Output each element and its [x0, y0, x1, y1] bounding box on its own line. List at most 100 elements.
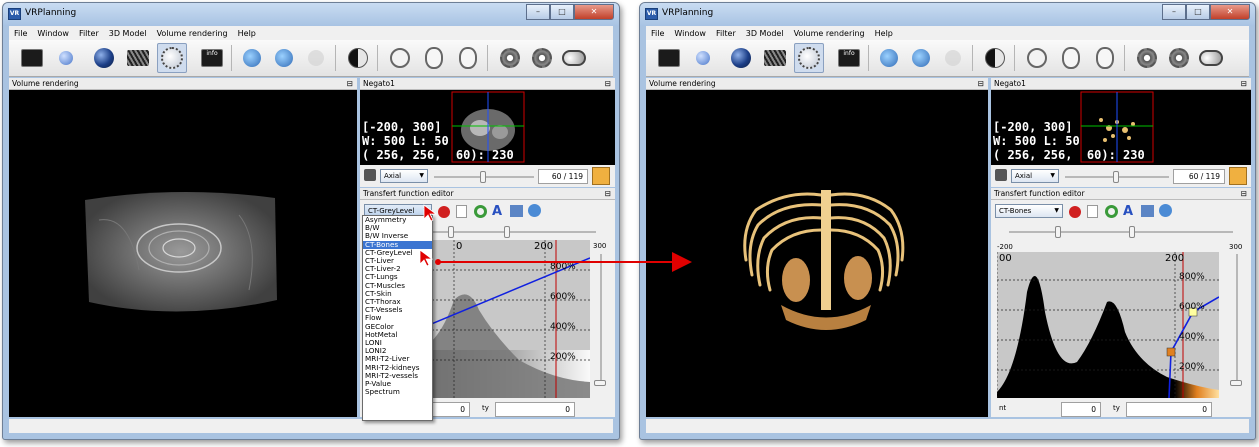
sphere-button[interactable] [89, 43, 119, 73]
add-landmark-button[interactable] [874, 43, 904, 73]
menu-file[interactable]: File [646, 29, 669, 38]
camera-icon[interactable] [364, 169, 376, 181]
vertical-slider[interactable] [1230, 254, 1242, 386]
remove-landmark-button[interactable] [906, 43, 936, 73]
delete-icon[interactable] [1069, 206, 1081, 218]
volume-button[interactable] [794, 43, 824, 73]
field-b[interactable]: 0 [1126, 402, 1212, 417]
volume-render-view[interactable] [9, 90, 357, 417]
new-icon[interactable] [456, 205, 467, 218]
new-icon[interactable] [1087, 205, 1098, 218]
head-button[interactable] [1090, 43, 1120, 73]
camera-icon[interactable] [995, 169, 1007, 181]
minimize-button[interactable]: – [526, 4, 550, 20]
rename-icon[interactable]: A [1123, 204, 1133, 219]
contrast-button[interactable] [343, 43, 373, 73]
volume-button[interactable] [157, 43, 187, 73]
menu-file[interactable]: File [9, 29, 32, 38]
export-icon[interactable] [1159, 204, 1172, 217]
slice-index-field[interactable]: 60 / 119 [538, 169, 588, 184]
minimize-button[interactable]: – [1162, 4, 1186, 20]
x-label: 00 [999, 253, 1012, 264]
refresh-icon[interactable] [1105, 205, 1118, 218]
disabled-tool-button[interactable] [938, 43, 968, 73]
head-button[interactable] [453, 43, 483, 73]
title-bar[interactable]: VR VRPlanning – □ ✕ [3, 3, 619, 26]
mesh-button[interactable] [123, 43, 153, 73]
export-icon[interactable] [528, 204, 541, 217]
maximize-button[interactable]: □ [1186, 4, 1210, 20]
info-button[interactable]: info [834, 43, 864, 73]
camera-button[interactable] [495, 43, 525, 73]
volume-render-view[interactable] [646, 90, 988, 417]
menu-help[interactable]: Help [233, 29, 261, 38]
maximize-button[interactable]: □ [550, 4, 574, 20]
field-a[interactable]: 0 [430, 402, 470, 417]
info-button[interactable]: info [197, 43, 227, 73]
window-range-text: [-200, 300] [993, 120, 1073, 134]
camera-button[interactable] [1132, 43, 1162, 73]
menu-filter[interactable]: Filter [74, 29, 104, 38]
rename-icon[interactable]: A [492, 204, 502, 219]
face-icon [1062, 47, 1080, 69]
import-icon[interactable] [1141, 205, 1154, 217]
menu-filter[interactable]: Filter [711, 29, 741, 38]
skin-button[interactable] [385, 43, 415, 73]
import-icon[interactable] [510, 205, 523, 217]
photo-icon [21, 49, 43, 67]
title-bar[interactable]: VR VRPlanning – □ ✕ [640, 3, 1255, 26]
pencil-icon[interactable] [1229, 167, 1247, 185]
add-landmark-button[interactable] [237, 43, 267, 73]
negato-view[interactable]: [-200, 300] W: 500 L: 50 ( 256, 256, 60)… [991, 90, 1251, 165]
range-slider[interactable] [995, 226, 1247, 238]
disabled-tool-button[interactable] [301, 43, 331, 73]
menu-3d-model[interactable]: 3D Model [104, 29, 152, 38]
menu-3d-model[interactable]: 3D Model [741, 29, 789, 38]
remove-landmark-button[interactable] [269, 43, 299, 73]
negato-view[interactable]: [-200, 300] W: 500 L: 50 ( 256, 256, 60)… [360, 90, 615, 165]
float-icon: ⊟ [346, 79, 353, 88]
menu-help[interactable]: Help [870, 29, 898, 38]
tf-dropdown-list[interactable]: Asymmetry B/W B/W Inverse CT-Bones CT-GreyLe… [362, 215, 433, 421]
menu-volume-rendering[interactable]: Volume rendering [789, 29, 870, 38]
tf-graph[interactable]: 00 200 800% 600% 400% 200% [997, 252, 1219, 398]
field-b[interactable]: 0 [495, 402, 575, 417]
globe-icon [696, 51, 710, 65]
camera-icon [1137, 48, 1157, 68]
close-button[interactable]: ✕ [574, 4, 614, 20]
max-label: 300 [593, 242, 607, 250]
settings-button[interactable] [1164, 43, 1194, 73]
close-button[interactable]: ✕ [1210, 4, 1250, 20]
glasses-button[interactable] [1196, 43, 1226, 73]
open-image-button[interactable] [51, 43, 81, 73]
refresh-icon[interactable] [474, 205, 487, 218]
face-button[interactable] [1056, 43, 1086, 73]
view-select[interactable]: Axial [1011, 169, 1059, 183]
menu-window[interactable]: Window [669, 29, 711, 38]
menu-volume-rendering[interactable]: Volume rendering [152, 29, 233, 38]
view-select[interactable]: Axial [380, 169, 428, 183]
cylinder-volume [85, 191, 277, 312]
delete-icon[interactable] [438, 206, 450, 218]
vertical-slider[interactable] [594, 254, 606, 386]
open-image-button[interactable] [688, 43, 718, 73]
dotted-sphere-icon [798, 47, 820, 69]
slice-index-field[interactable]: 60 / 119 [1173, 169, 1225, 184]
tf-option[interactable]: Spectrum [363, 388, 432, 396]
screenshot-button[interactable] [654, 43, 684, 73]
field-a[interactable]: 0 [1061, 402, 1101, 417]
mesh-button[interactable] [760, 43, 790, 73]
contrast-button[interactable] [980, 43, 1010, 73]
pencil-icon[interactable] [592, 167, 610, 185]
slice-slider[interactable] [434, 171, 534, 183]
settings-button[interactable] [527, 43, 557, 73]
screenshot-button[interactable] [17, 43, 47, 73]
sphere-button[interactable] [726, 43, 756, 73]
slice-slider[interactable] [1065, 171, 1169, 183]
glasses-button[interactable] [559, 43, 589, 73]
face-button[interactable] [419, 43, 449, 73]
menu-window[interactable]: Window [32, 29, 74, 38]
tf-select[interactable]: CT-Bones [995, 204, 1063, 218]
field-b-label: ty [1113, 404, 1120, 412]
skin-button[interactable] [1022, 43, 1052, 73]
